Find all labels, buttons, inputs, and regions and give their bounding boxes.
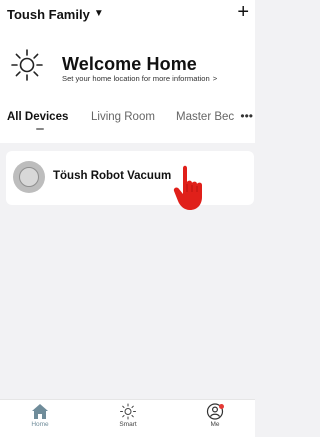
family-selector[interactable]: Toush Family ▼ <box>7 7 104 22</box>
device-name: Töush Robot Vacuum <box>53 170 172 182</box>
active-tab-indicator <box>36 128 44 130</box>
welcome-title: Welcome Home <box>62 54 197 74</box>
add-button[interactable]: + <box>237 2 249 22</box>
nav-me-label: Me <box>210 421 220 428</box>
chevron-down-icon: ▼ <box>93 8 104 19</box>
location-link[interactable]: Set your home location for more informat… <box>62 74 217 83</box>
tab-all-devices[interactable]: All Devices <box>7 111 68 123</box>
room-tabs: All Devices Living Room Master Bec ••• <box>0 109 255 137</box>
nav-smart[interactable]: Smart <box>103 403 153 428</box>
nav-me[interactable]: Me <box>190 403 240 428</box>
sun-icon <box>120 403 136 420</box>
sun-icon <box>11 49 43 81</box>
robot-vacuum-icon <box>13 161 45 193</box>
pointing-hand-icon <box>173 165 202 210</box>
home-icon <box>32 404 48 419</box>
nav-home-label: Home <box>31 421 49 428</box>
more-tabs-icon[interactable]: ••• <box>240 109 253 123</box>
device-card[interactable]: Töush Robot Vacuum <box>6 151 254 205</box>
welcome-subtitle: Set your home location for more informat… <box>62 74 210 83</box>
tab-master-bedroom[interactable]: Master Bec <box>176 111 234 123</box>
family-name: Toush Family <box>7 7 90 22</box>
chevron-right-icon: > <box>212 74 218 83</box>
bottom-navigation: Home Smart Me <box>0 399 255 437</box>
nav-home[interactable]: Home <box>15 403 65 428</box>
nav-smart-label: Smart <box>119 421 137 428</box>
header-area: Toush Family ▼ + Welcome Home Set your h… <box>0 0 255 143</box>
notification-badge <box>219 404 224 409</box>
tab-living-room[interactable]: Living Room <box>91 111 155 123</box>
